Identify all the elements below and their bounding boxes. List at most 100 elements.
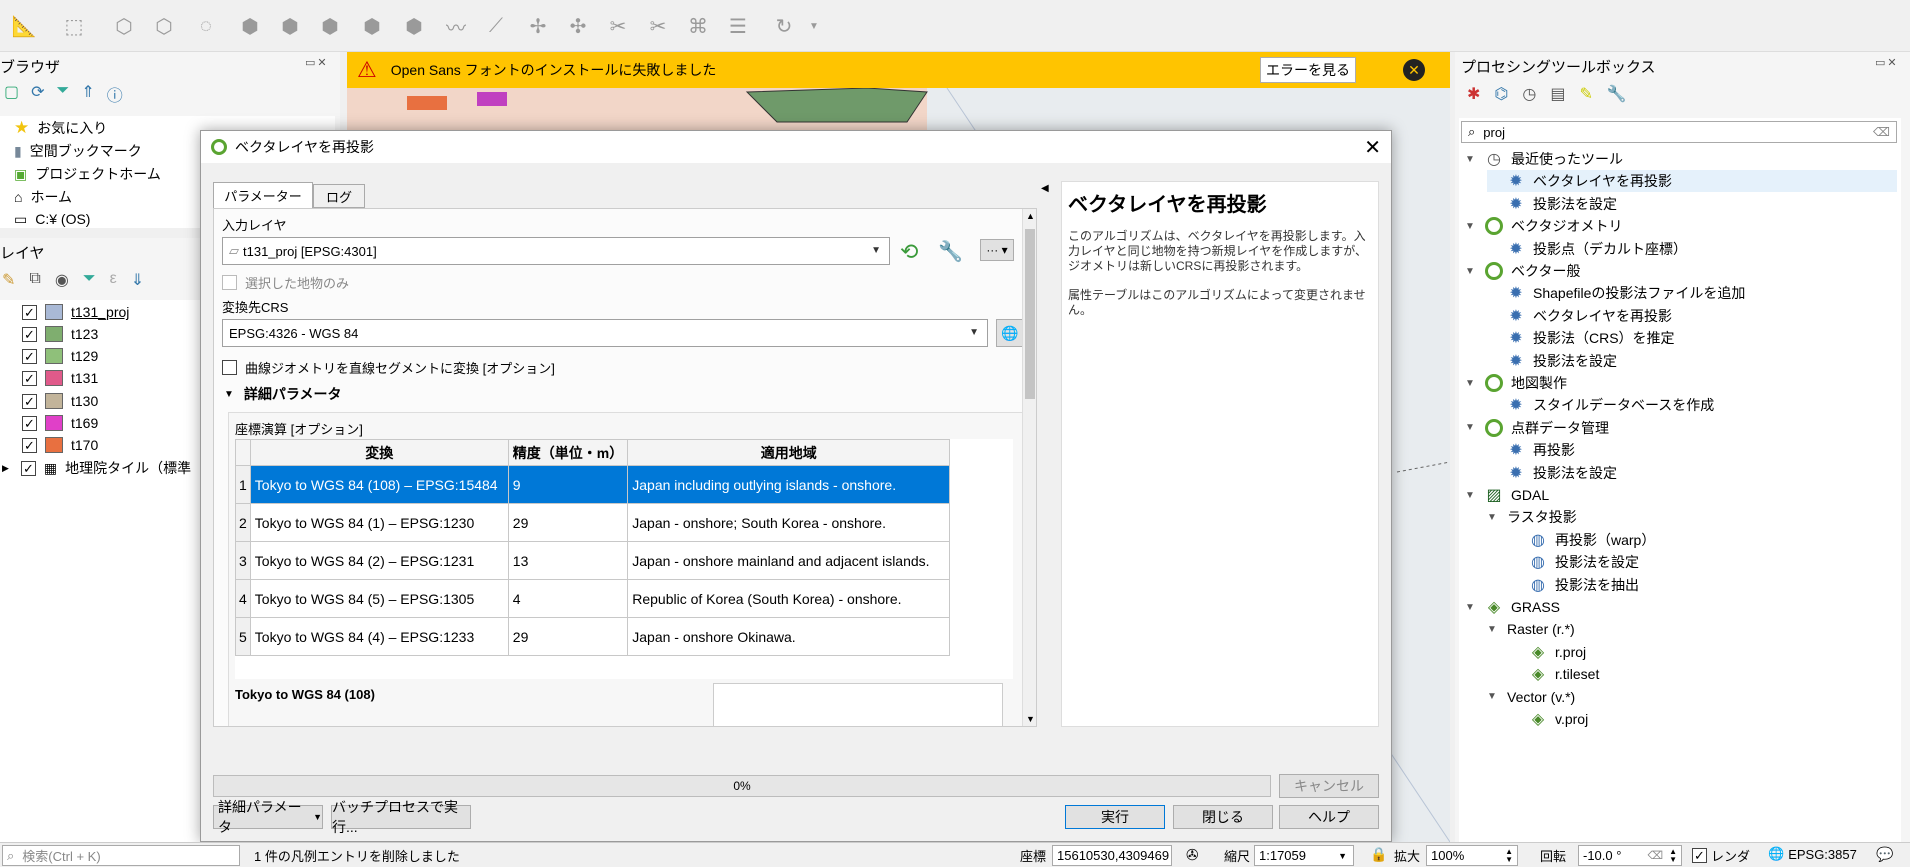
chevron-down-icon[interactable]: ▼ (1487, 691, 1501, 702)
toolbox-tree-item[interactable]: ▼ ベクタジオメトリ (1465, 215, 1622, 237)
refresh-icon[interactable]: ⟳ (31, 82, 44, 106)
scissors-icon[interactable]: ✂ (604, 12, 632, 40)
render-toggle[interactable]: ✓ レンダ (1692, 846, 1750, 865)
layer-checkbox[interactable]: ✓ (22, 348, 37, 364)
toolbox-tree-item[interactable]: ✹ 投影法（CRS）を推定 (1487, 327, 1674, 349)
toolbox-tree-item[interactable]: ◍ 投影法を抽出 (1509, 574, 1639, 596)
offset-curve-icon[interactable]: 〰 (442, 12, 470, 40)
layer-row[interactable]: ✓ t170 (22, 434, 98, 456)
toolbox-tree-item[interactable]: ▼ ラスタ投影 (1487, 506, 1577, 528)
close-icon[interactable]: ✕ (1364, 135, 1381, 160)
add-icon[interactable]: ▢ (4, 82, 19, 106)
split-icon[interactable]: ⟋ (482, 12, 510, 40)
filter-layer-icon[interactable]: ⏷ (83, 270, 96, 290)
toolbox-tree-item[interactable]: ◈ r.tileset (1509, 663, 1600, 685)
add-ring-icon[interactable]: ◌ (192, 12, 220, 40)
eye-icon[interactable]: ◉ (55, 270, 69, 290)
chevron-down-icon[interactable]: ▼ (1487, 624, 1501, 635)
scrollbar-thumb[interactable] (1025, 229, 1035, 399)
chevron-down-icon[interactable]: ▼ (800, 12, 828, 40)
edit-node-icon[interactable]: ⬡ (110, 12, 138, 40)
rotate-point-icon[interactable]: ✣ (564, 12, 592, 40)
selected-only-option[interactable]: 選択した地物のみ (222, 273, 349, 292)
layer-checkbox[interactable]: ✓ (20, 460, 36, 476)
spin-icon[interactable]: ▲ ▼ (1669, 847, 1677, 864)
toolbox-tree-item[interactable]: ✹ ベクタレイヤを再投影 (1487, 305, 1672, 327)
toolbox-tree-item[interactable]: ▼ ベクター般 (1465, 260, 1580, 282)
toolbox-search-input[interactable]: proj (1483, 125, 1505, 140)
toolbox-tree-item[interactable]: ✹ 再投影 (1487, 439, 1575, 461)
layer-row[interactable]: ✓ t131_proj (22, 301, 129, 323)
fill-ring-icon[interactable]: ⬢ (276, 12, 304, 40)
toolbox-tree-item[interactable]: ✹ ベクタレイヤを再投影 (1487, 170, 1897, 193)
header-accuracy[interactable]: 精度（単位・m） (507, 439, 629, 466)
header-area[interactable]: 適用地域 (627, 439, 951, 466)
layer-checkbox[interactable]: ✓ (22, 393, 37, 409)
zoom-input[interactable]: 100% ▲ ▼ (1426, 845, 1518, 866)
rotation-input[interactable]: -10.0 ° ⌫ ▲ ▼ (1578, 845, 1682, 866)
selected-only-checkbox[interactable] (222, 275, 237, 290)
expression-icon[interactable]: ε (110, 270, 117, 290)
history-icon[interactable]: ◷ (1522, 84, 1536, 104)
chevron-down-icon[interactable]: ▼ (1465, 490, 1479, 501)
layer-row[interactable]: ✓ t129 (22, 345, 98, 367)
toolbox-tree-item[interactable]: ✹ Shapefileの投影法ファイルを追加 (1487, 282, 1745, 304)
layer-checkbox[interactable]: ✓ (22, 415, 37, 431)
chevron-down-icon[interactable]: ▼ (1465, 266, 1479, 277)
redo-icon[interactable]: ↻ (770, 12, 798, 40)
layer-row[interactable]: ✓ t131 (22, 367, 98, 389)
expand-icon[interactable]: ▶ (2, 463, 9, 474)
table-row[interactable]: 2 Tokyo to WGS 84 (1) – EPSG:1230 29 Jap… (235, 503, 951, 542)
label-icon[interactable]: ⌘ (684, 12, 712, 40)
coord-toggle-icon[interactable]: ✇ (1186, 846, 1199, 864)
tab-log[interactable]: ログ (313, 184, 365, 208)
wrench-icon[interactable]: 🔧 (938, 239, 963, 264)
chevron-down-icon[interactable]: ▼ (1465, 378, 1479, 389)
scroll-down-icon[interactable]: ▼ (1026, 714, 1035, 724)
collapse-all-icon[interactable]: ⇓ (131, 270, 144, 290)
chevron-down-icon[interactable]: ▼ (1465, 602, 1479, 613)
add-part-icon[interactable]: ⬢ (236, 12, 264, 40)
table-row[interactable]: 5 Tokyo to WGS 84 (4) – EPSG:1233 29 Jap… (235, 617, 951, 656)
advanced-menu-button[interactable]: 詳細パラメータ ▼ (213, 799, 323, 835)
toolbox-search[interactable]: ⌕ proj ⌫ (1461, 121, 1897, 143)
browser-item-project-home[interactable]: ▣ プロジェクトホーム (14, 163, 161, 185)
close-button[interactable]: 閉じる (1173, 805, 1273, 829)
layer-checkbox[interactable]: ✓ (22, 437, 37, 453)
coord-input[interactable]: 15610530,4309469 (1052, 845, 1172, 866)
browser-item-bookmarks[interactable]: ▮ 空間ブックマーク (14, 140, 142, 162)
toolbox-tree-item[interactable]: ▼ Raster (r.*) (1487, 618, 1575, 640)
render-checkbox[interactable]: ✓ (1692, 848, 1707, 863)
toolbox-tree-item[interactable]: ▼ Vector (v.*) (1487, 686, 1575, 708)
tab-parameters[interactable]: パラメーター (213, 182, 313, 208)
toolbox-tree-item[interactable]: ✹ 投影法を設定 (1487, 350, 1617, 372)
toolbox-tree-item[interactable]: ▼ 点群データ管理 (1465, 417, 1609, 439)
dock-buttons-icon[interactable]: ▭✕ (305, 56, 329, 69)
browser-item-home[interactable]: ⌂ ホーム (14, 186, 72, 208)
options-icon[interactable]: 🔧 (1607, 84, 1627, 104)
layer-row[interactable]: ▶ ✓ ▦ 地理院タイル（標準 (2, 457, 191, 479)
toolbox-tree-item[interactable]: ✹ スタイルデータベースを作成 (1487, 394, 1714, 416)
python-icon[interactable]: ⌬ (1494, 84, 1508, 104)
layer-checkbox[interactable]: ✓ (22, 304, 37, 320)
chevron-down-icon[interactable]: ▼ (1487, 512, 1501, 523)
scissors2-icon[interactable]: ✂ (644, 12, 672, 40)
crs-status[interactable]: 🌐 EPSG:3857 (1768, 846, 1857, 862)
layer-checkbox[interactable]: ✓ (22, 370, 37, 386)
toolbox-tree-item[interactable]: ▼ ▨ GDAL (1465, 484, 1549, 506)
collapse-help-icon[interactable]: ◀ (1041, 183, 1049, 194)
toolbox-tree-item[interactable]: ✹ 投影法を設定 (1487, 462, 1617, 484)
toolbox-tree-item[interactable]: ▼ ◈ GRASS (1465, 596, 1560, 618)
toolbox-tree-item[interactable]: ✹ 投影法を設定 (1487, 193, 1617, 215)
curve-option[interactable]: 曲線ジオメトリを直線セグメントに変換 [オプション] (222, 358, 555, 377)
batch-process-button[interactable]: バッチプロセスで実行... (331, 799, 471, 835)
view-error-button[interactable]: エラーを見る (1260, 57, 1356, 83)
layer-row[interactable]: ✓ t123 (22, 323, 98, 345)
info-icon[interactable]: ⓘ (107, 82, 123, 106)
toolbox-tree-item[interactable]: ▼ 地図製作 (1465, 372, 1567, 394)
messages-icon[interactable]: 💬 (1876, 846, 1893, 863)
select-feature-icon[interactable]: ⬚ (60, 12, 88, 40)
lock-icon[interactable]: 🔒 (1370, 846, 1387, 863)
merge-icon[interactable]: ✢ (524, 12, 552, 40)
toolbox-tree-item[interactable]: ▼ ◷ 最近使ったツール (1465, 148, 1623, 170)
